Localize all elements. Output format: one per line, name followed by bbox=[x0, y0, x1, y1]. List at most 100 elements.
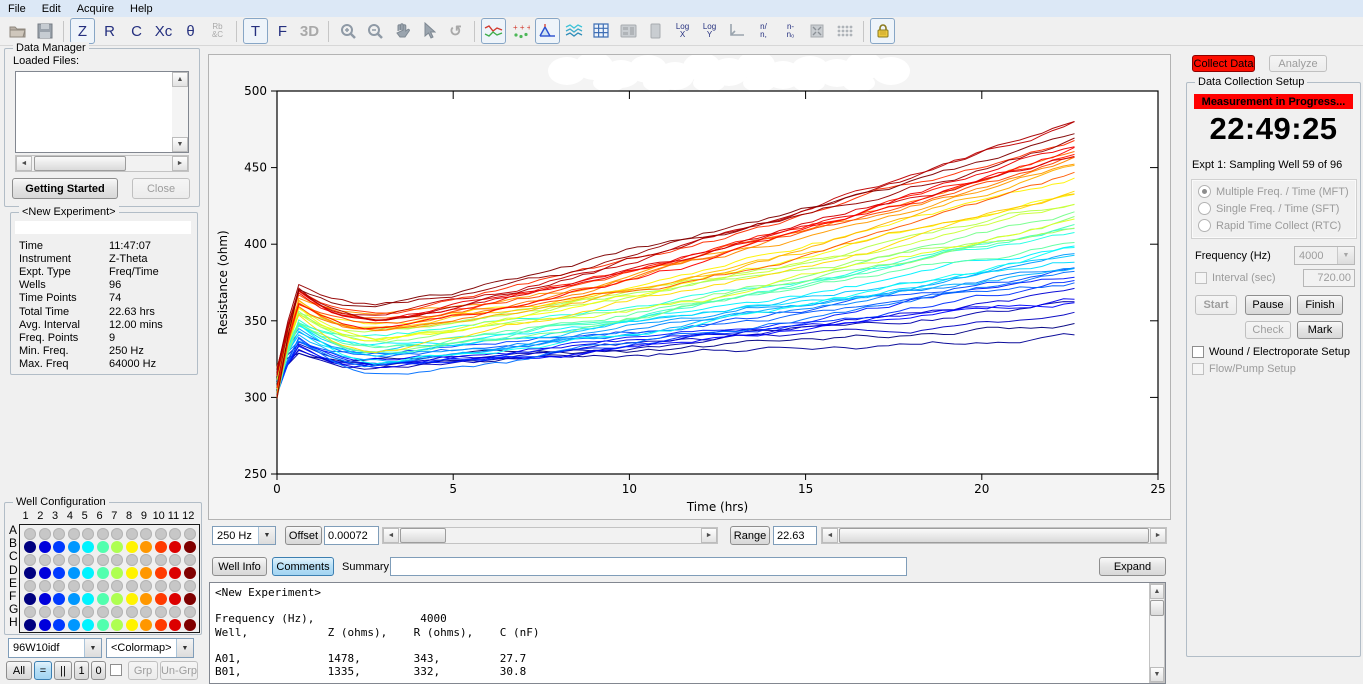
well-F1[interactable] bbox=[24, 593, 36, 605]
range-value-field[interactable] bbox=[773, 526, 817, 545]
scroll-down-button[interactable]: ▼ bbox=[172, 137, 188, 152]
collect-data-button[interactable]: Collect Data bbox=[1192, 55, 1255, 72]
scroll-left-button[interactable]: ◄ bbox=[383, 528, 399, 543]
filter-parallel-button[interactable]: || bbox=[54, 661, 72, 680]
marker-plot-button[interactable] bbox=[535, 18, 560, 44]
well-G2[interactable] bbox=[39, 606, 51, 618]
scatter-plot-button[interactable]: + + + bbox=[508, 18, 533, 44]
well-F10[interactable] bbox=[155, 593, 167, 605]
filter-all-button[interactable]: All bbox=[6, 661, 32, 680]
well-A6[interactable] bbox=[97, 528, 109, 540]
well-H12[interactable] bbox=[184, 619, 196, 631]
well-G10[interactable] bbox=[155, 606, 167, 618]
well-H1[interactable] bbox=[24, 619, 36, 631]
well-A7[interactable] bbox=[111, 528, 123, 540]
well-D1[interactable] bbox=[24, 567, 36, 579]
menu-file[interactable]: File bbox=[0, 2, 34, 16]
loaded-files-vscroll[interactable]: ▲ ▼ bbox=[172, 72, 188, 152]
well-B2[interactable] bbox=[39, 541, 51, 553]
well-C12[interactable] bbox=[184, 554, 196, 566]
summary-input[interactable] bbox=[390, 557, 907, 576]
range-button[interactable]: Range bbox=[730, 526, 770, 545]
well-C3[interactable] bbox=[53, 554, 65, 566]
colormap-select[interactable]: <Colormap>▼ bbox=[106, 638, 194, 658]
well-E2[interactable] bbox=[39, 580, 51, 592]
well-B6[interactable] bbox=[97, 541, 109, 553]
well-C10[interactable] bbox=[155, 554, 167, 566]
loaded-files-hscroll[interactable]: ◄ ► bbox=[15, 155, 189, 172]
well-E5[interactable] bbox=[82, 580, 94, 592]
well-G9[interactable] bbox=[140, 606, 152, 618]
well-D11[interactable] bbox=[169, 567, 181, 579]
well-D6[interactable] bbox=[97, 567, 109, 579]
well-E10[interactable] bbox=[155, 580, 167, 592]
well-plate[interactable] bbox=[19, 524, 200, 633]
scroll-left-button[interactable]: ◄ bbox=[822, 528, 838, 543]
well-H9[interactable] bbox=[140, 619, 152, 631]
well-E6[interactable] bbox=[97, 580, 109, 592]
impedance-z-button[interactable]: Z bbox=[70, 18, 95, 44]
well-C8[interactable] bbox=[126, 554, 138, 566]
expand-button[interactable]: Expand bbox=[1099, 557, 1166, 576]
well-F5[interactable] bbox=[82, 593, 94, 605]
well-E3[interactable] bbox=[53, 580, 65, 592]
menu-acquire[interactable]: Acquire bbox=[69, 2, 122, 16]
well-F2[interactable] bbox=[39, 593, 51, 605]
plate-type-select[interactable]: 96W10idf▼ bbox=[8, 638, 102, 658]
well-C7[interactable] bbox=[111, 554, 123, 566]
filter-one-button[interactable]: 1 bbox=[74, 661, 89, 680]
range-scrollbar[interactable]: ◄ ► bbox=[821, 527, 1167, 544]
lock-button[interactable] bbox=[870, 18, 895, 44]
well-H6[interactable] bbox=[97, 619, 109, 631]
freq-mode-f-button[interactable]: F bbox=[270, 18, 295, 44]
scroll-right-button[interactable]: ► bbox=[701, 528, 717, 543]
offset-scrollbar[interactable]: ◄ ► bbox=[382, 527, 718, 544]
time-mode-t-button[interactable]: T bbox=[243, 18, 268, 44]
well-D10[interactable] bbox=[155, 567, 167, 579]
scroll-left-button[interactable]: ◄ bbox=[16, 156, 32, 171]
well-G12[interactable] bbox=[184, 606, 196, 618]
well-A4[interactable] bbox=[68, 528, 80, 540]
well-F12[interactable] bbox=[184, 593, 196, 605]
well-B1[interactable] bbox=[24, 541, 36, 553]
well-F4[interactable] bbox=[68, 593, 80, 605]
scroll-thumb[interactable] bbox=[1150, 600, 1164, 616]
offset-value-field[interactable] bbox=[324, 526, 379, 545]
well-E8[interactable] bbox=[126, 580, 138, 592]
filter-checkbox[interactable] bbox=[110, 664, 122, 676]
scroll-right-button[interactable]: ► bbox=[172, 156, 188, 171]
reactance-xc-button[interactable]: Xc bbox=[151, 18, 176, 44]
well-D9[interactable] bbox=[140, 567, 152, 579]
well-G1[interactable] bbox=[24, 606, 36, 618]
comments-vscroll[interactable]: ▲ ▼ bbox=[1149, 583, 1165, 683]
well-E7[interactable] bbox=[111, 580, 123, 592]
well-B11[interactable] bbox=[169, 541, 181, 553]
scroll-down-button[interactable]: ▼ bbox=[1150, 667, 1164, 682]
well-G3[interactable] bbox=[53, 606, 65, 618]
well-C6[interactable] bbox=[97, 554, 109, 566]
menu-help[interactable]: Help bbox=[122, 2, 161, 16]
scroll-up-button[interactable]: ▲ bbox=[172, 72, 188, 87]
scroll-thumb[interactable] bbox=[34, 156, 126, 171]
waves-plot-button[interactable] bbox=[562, 18, 587, 44]
line-plot-button[interactable] bbox=[481, 18, 506, 44]
normalize-n-button[interactable]: n/n, bbox=[751, 18, 776, 44]
well-H8[interactable] bbox=[126, 619, 138, 631]
well-H3[interactable] bbox=[53, 619, 65, 631]
well-C5[interactable] bbox=[82, 554, 94, 566]
well-D12[interactable] bbox=[184, 567, 196, 579]
wound-electroporate-checkbox[interactable]: Wound / Electroporate Setup bbox=[1192, 346, 1350, 358]
well-B10[interactable] bbox=[155, 541, 167, 553]
capacitance-c-button[interactable]: C bbox=[124, 18, 149, 44]
well-B9[interactable] bbox=[140, 541, 152, 553]
getting-started-button[interactable]: Getting Started bbox=[12, 178, 118, 199]
pause-button[interactable]: Pause bbox=[1245, 295, 1291, 315]
well-F8[interactable] bbox=[126, 593, 138, 605]
well-C4[interactable] bbox=[68, 554, 80, 566]
well-E9[interactable] bbox=[140, 580, 152, 592]
mark-button[interactable]: Mark bbox=[1297, 321, 1343, 339]
well-G11[interactable] bbox=[169, 606, 181, 618]
well-D3[interactable] bbox=[53, 567, 65, 579]
well-H7[interactable] bbox=[111, 619, 123, 631]
well-C9[interactable] bbox=[140, 554, 152, 566]
